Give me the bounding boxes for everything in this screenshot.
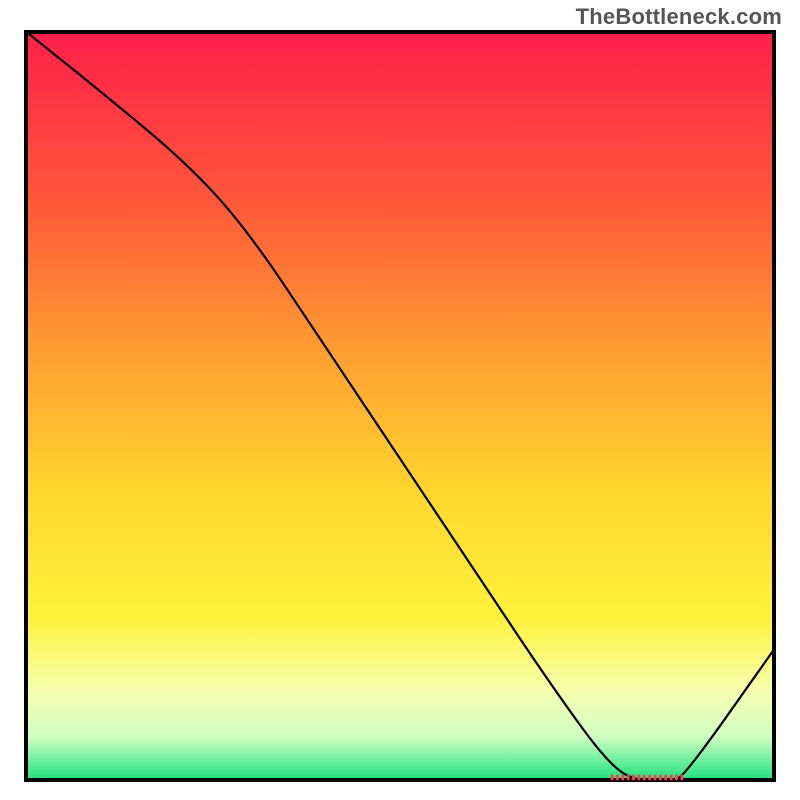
- gradient-fill: [24, 30, 776, 782]
- watermark-text: TheBottleneck.com: [576, 4, 782, 30]
- chart-container: TheBottleneck.com: [0, 0, 800, 800]
- chart-svg: [24, 30, 776, 782]
- plot-area: [24, 30, 776, 782]
